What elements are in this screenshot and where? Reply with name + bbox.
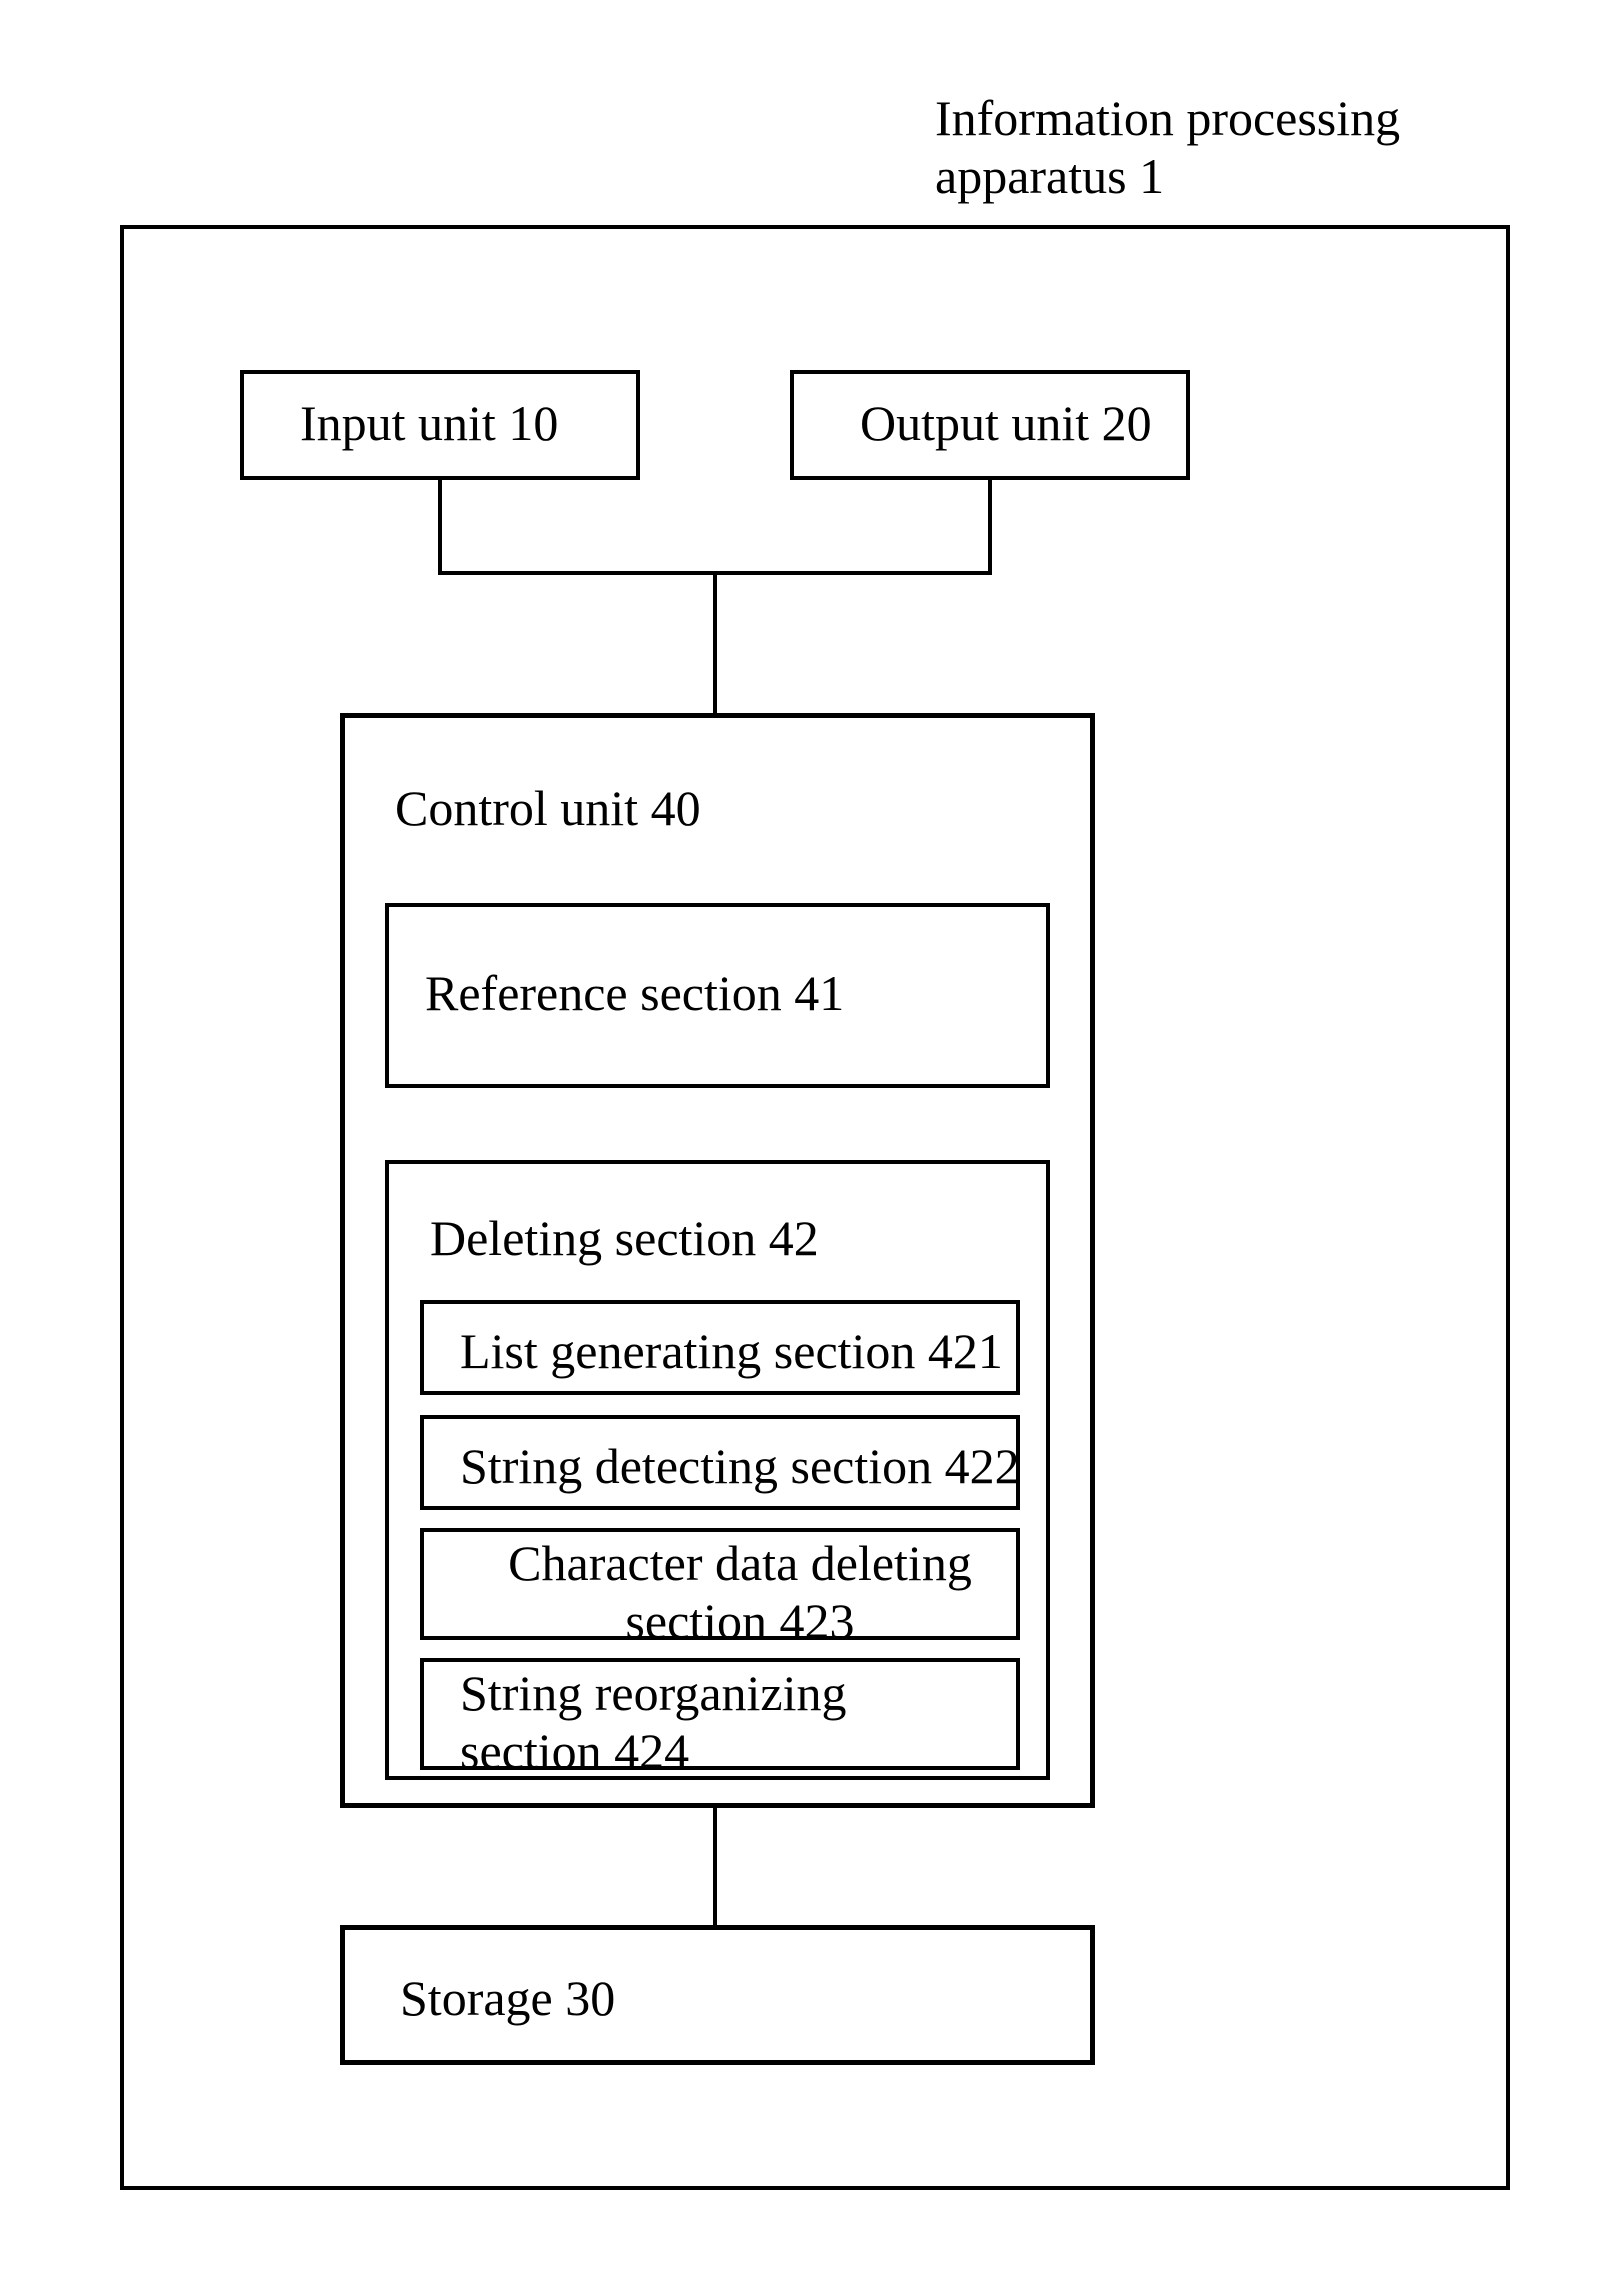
deleting-section-label: Deleting section 42 bbox=[430, 1210, 819, 1268]
string-reorganizing-section-label: String reorganizing section 424 bbox=[460, 1665, 1000, 1780]
diagram-title: Information processing apparatus 1 bbox=[935, 90, 1555, 205]
storage-label: Storage 30 bbox=[400, 1970, 615, 2028]
string-detecting-section-label: String detecting section 422 bbox=[460, 1438, 1020, 1496]
connector-input-down bbox=[438, 480, 442, 575]
input-unit-label: Input unit 10 bbox=[300, 395, 558, 453]
character-data-deleting-section-label: Character data deleting section 423 bbox=[480, 1535, 1000, 1650]
list-generating-section-label: List generating section 421 bbox=[460, 1323, 1003, 1381]
control-unit-label: Control unit 40 bbox=[395, 780, 701, 838]
connector-control-to-storage bbox=[713, 1808, 717, 1925]
connector-output-down bbox=[988, 480, 992, 575]
output-unit-label: Output unit 20 bbox=[860, 395, 1152, 453]
connector-bus-to-control bbox=[713, 571, 717, 713]
diagram-canvas: Information processing apparatus 1 Input… bbox=[0, 0, 1619, 2274]
reference-section-label: Reference section 41 bbox=[425, 965, 844, 1023]
